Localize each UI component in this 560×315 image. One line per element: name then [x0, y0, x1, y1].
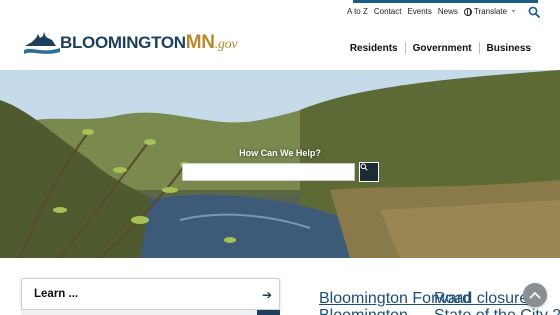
hero-search-input[interactable] [182, 163, 355, 181]
quick-link-state-of-city[interactable]: State of the City 2025 [434, 307, 560, 315]
quick-link-road-closures[interactable]: Road closures [434, 290, 536, 308]
hero-title: How Can We Help? [239, 148, 321, 158]
utility-link-events[interactable]: Events [404, 7, 434, 16]
globe-icon [463, 7, 472, 16]
main-nav: Residents Government Business [343, 42, 538, 54]
nav-residents[interactable]: Residents [343, 43, 405, 54]
utility-nav: A to Z Contact Events News Translate ▾ [344, 7, 518, 16]
learn-panel [21, 310, 257, 315]
site-logo[interactable]: BLOOMINGTONMN.gov [22, 28, 238, 58]
utility-link-news[interactable]: News [435, 7, 461, 16]
hero-banner: How Can We Help? [0, 70, 560, 258]
logo-text: BLOOMINGTONMN.gov [60, 32, 238, 53]
logo-mark-icon [24, 32, 60, 54]
hero-search-button[interactable] [359, 162, 379, 182]
search-icon [360, 163, 368, 171]
nav-government[interactable]: Government [406, 43, 479, 54]
arrow-right-icon: ➔ [261, 288, 272, 302]
learn-accordion-header[interactable]: Learn ... ➔ [21, 278, 280, 310]
chevron-up-icon [529, 291, 541, 299]
top-accent-bar [353, 0, 538, 3]
learn-label: Learn ... [34, 288, 79, 300]
translate-label: Translate [473, 7, 507, 16]
search-icon[interactable] [528, 6, 540, 18]
nav-business[interactable]: Business [480, 43, 538, 54]
quick-link-bloomington[interactable]: Bloomington, [319, 307, 412, 315]
translate-button[interactable]: Translate ▾ [461, 7, 518, 16]
utility-link-a-to-z[interactable]: A to Z [344, 7, 371, 16]
chevron-down-icon: ▾ [511, 9, 515, 15]
content-section: Learn ... ➔ Bloomington Forward Blooming… [0, 258, 560, 315]
utility-link-contact[interactable]: Contact [371, 7, 405, 16]
scroll-to-top-button[interactable] [523, 283, 547, 307]
learn-panel-tab [257, 310, 280, 315]
site-header: A to Z Contact Events News Translate ▾ B… [0, 0, 560, 70]
